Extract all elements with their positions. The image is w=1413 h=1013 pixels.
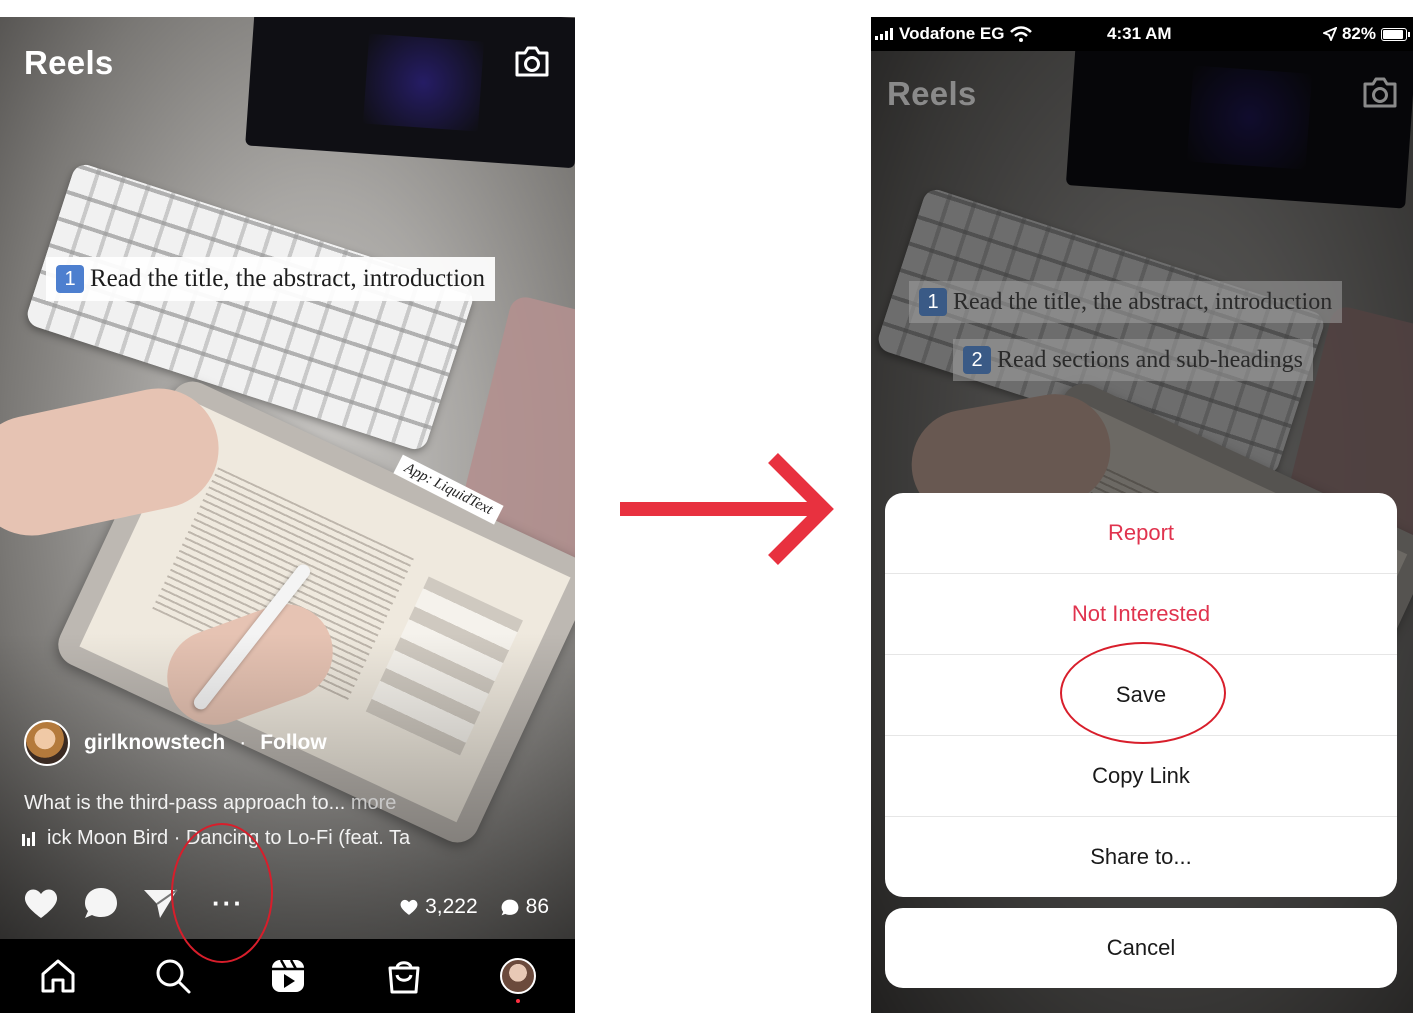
cancel-button[interactable]: Cancel (885, 908, 1397, 988)
bottom-nav (0, 939, 575, 1013)
background-monitor (245, 17, 575, 169)
page-title: Reels (24, 44, 114, 81)
description-text: What is the third-pass approach to... (24, 792, 346, 814)
nav-profile[interactable] (500, 958, 537, 1003)
heart-icon[interactable] (22, 886, 60, 920)
home-icon (41, 959, 75, 993)
reels-screen-right: Vodafone EG 4:31 AM 82% Reels 1 Read the… (871, 17, 1413, 1013)
status-time: 4:31 AM (1107, 24, 1172, 43)
nav-search[interactable] (154, 957, 192, 995)
page-title: Reels (887, 75, 977, 112)
comments-stat[interactable]: 86 (500, 895, 549, 919)
follow-button[interactable]: Follow (260, 731, 327, 755)
small-comment-icon (501, 899, 519, 915)
profile-avatar (500, 958, 537, 994)
video-caption-2: 2 Read sections and sub-headings (953, 339, 1313, 381)
caption-text: Read sections and sub-headings (997, 346, 1303, 373)
battery-icon (1381, 27, 1410, 41)
caption-text: Read the title, the abstract, introducti… (953, 288, 1333, 315)
location-arrow-icon (1322, 27, 1337, 41)
annotation-circle-save (1060, 642, 1226, 744)
search-icon (156, 959, 191, 994)
caption-number-badge: 1 (919, 288, 947, 316)
audio-bars-icon (22, 831, 35, 846)
reels-icon (272, 959, 305, 992)
share-to-button[interactable]: Share to... (885, 816, 1397, 897)
comments-count: 86 (525, 895, 549, 918)
camera-icon[interactable] (513, 45, 551, 79)
caption-number-badge: 1 (56, 265, 84, 293)
comment-icon[interactable] (82, 885, 120, 921)
notification-dot (516, 999, 521, 1003)
red-arrow-icon (620, 453, 834, 565)
signal-icon (875, 28, 893, 40)
separator: · (239, 731, 247, 754)
username[interactable]: girlknowstech (84, 731, 225, 755)
caption-number-badge: 2 (963, 346, 991, 374)
carrier-name: Vodafone EG (899, 24, 1005, 43)
battery-percent: 82% (1341, 24, 1376, 43)
wifi-icon (1010, 26, 1033, 42)
more-link[interactable]: more (351, 792, 397, 814)
small-heart-icon (400, 899, 418, 915)
camera-icon[interactable] (1361, 76, 1399, 110)
reel-stats: 3,222 86 (399, 895, 549, 919)
caption-text: Read the title, the abstract, introducti… (90, 265, 486, 292)
copy-link-button[interactable]: Copy Link (885, 735, 1397, 816)
annotation-circle-more (171, 823, 273, 963)
report-button[interactable]: Report (885, 493, 1397, 573)
reels-screen-left: Reels 1 Read the title, the abstract, in… (0, 17, 575, 1013)
nav-reels[interactable] (269, 957, 307, 995)
video-caption-1: 1 Read the title, the abstract, introduc… (909, 281, 1343, 323)
video-caption-1: 1 Read the title, the abstract, introduc… (46, 257, 496, 301)
status-bar: Vodafone EG 4:31 AM 82% (871, 17, 1413, 51)
reel-description[interactable]: What is the third-pass approach to... mo… (24, 792, 396, 815)
shop-icon (388, 961, 420, 994)
likes-count: 3,222 (425, 895, 478, 918)
nav-home[interactable] (39, 958, 77, 994)
author-row: girlknowstech · Follow (24, 720, 327, 766)
likes-stat[interactable]: 3,222 (399, 895, 478, 919)
nav-shop[interactable] (385, 957, 423, 995)
author-avatar[interactable] (24, 720, 70, 766)
